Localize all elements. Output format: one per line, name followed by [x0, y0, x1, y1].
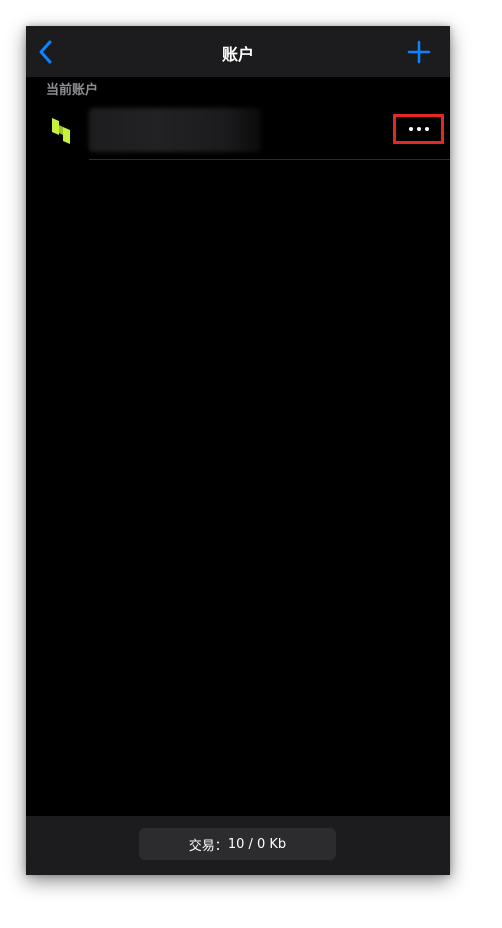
ellipsis-icon: [408, 127, 413, 131]
back-button[interactable]: [34, 38, 58, 66]
traffic-label: 交易：: [188, 838, 228, 854]
page-title: 账户: [221, 45, 254, 64]
row-divider: [89, 159, 450, 160]
account-row[interactable]: [26, 104, 450, 160]
traffic-value: 10 / 0 Kb: [227, 836, 287, 852]
more-options-button[interactable]: [393, 114, 444, 144]
navigation-bar: 账户: [26, 26, 450, 77]
screenshot-canvas: 账户 当前账户 交易： 10 / 0 Kb: [0, 0, 502, 928]
chevron-left-icon: [39, 40, 52, 64]
broker-logo-icon: [50, 116, 74, 146]
add-account-button[interactable]: [406, 39, 432, 65]
section-header-current-account: 当前账户: [46, 83, 99, 98]
ellipsis-icon: [416, 127, 421, 131]
traffic-indicator: 交易： 10 / 0 Kb: [139, 828, 336, 860]
bottom-bar: 交易： 10 / 0 Kb: [26, 816, 450, 875]
phone-screen: 账户 当前账户 交易： 10 / 0 Kb: [26, 26, 450, 875]
account-name-blurred: [89, 108, 261, 152]
plus-icon: [407, 40, 431, 64]
ellipsis-icon: [424, 127, 429, 131]
